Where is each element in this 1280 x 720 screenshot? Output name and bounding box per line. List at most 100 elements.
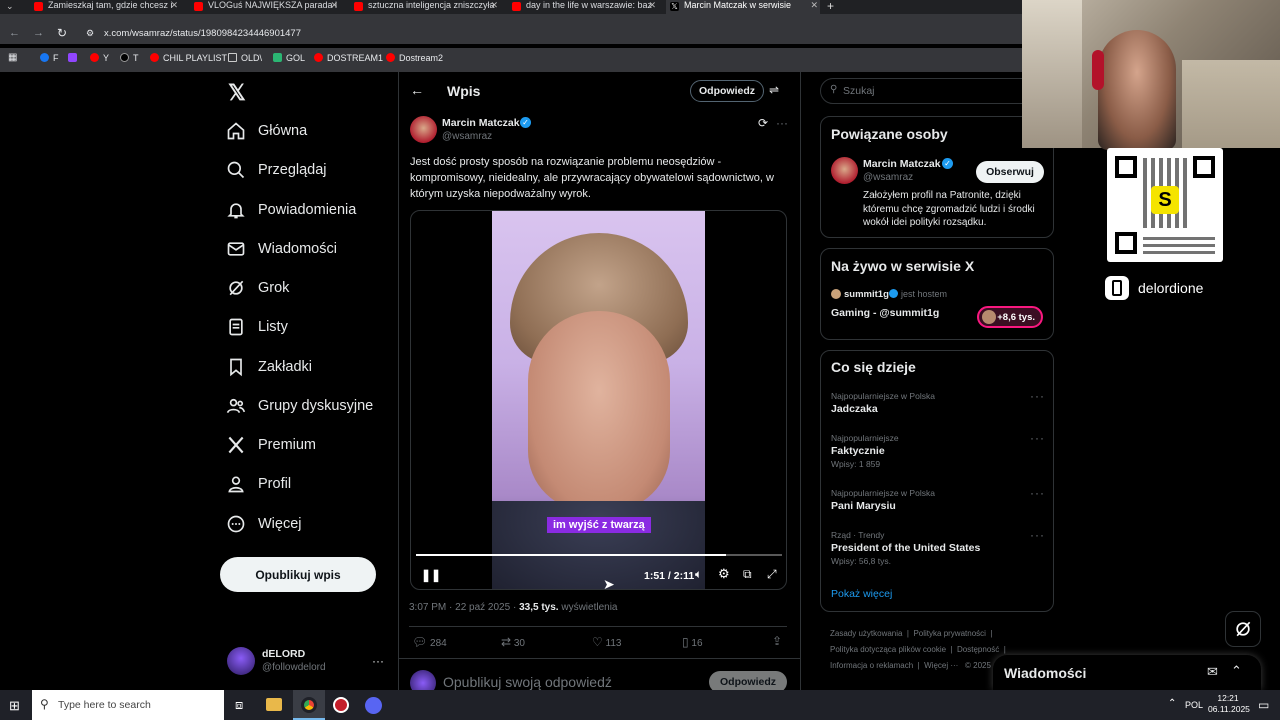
nav-bookmarks[interactable]: Zakładki bbox=[226, 356, 312, 378]
picture-in-picture-icon[interactable]: ⧉ bbox=[743, 567, 752, 582]
share-icon[interactable]: ⇪ bbox=[772, 634, 782, 648]
new-tab-button[interactable]: + bbox=[827, 0, 834, 13]
notification-icon[interactable]: ▭ bbox=[1258, 698, 1269, 712]
trend-more-icon[interactable]: ··· bbox=[1030, 389, 1045, 403]
post-timestamp[interactable]: 3:07 PM · 22 paź 2025 · bbox=[409, 602, 516, 613]
close-icon[interactable]: ✕ bbox=[330, 0, 338, 11]
forward-icon[interactable]: → bbox=[33, 27, 44, 39]
pause-icon[interactable]: ❚❚ bbox=[421, 568, 441, 582]
post-more-icon[interactable]: ··· bbox=[776, 116, 788, 130]
bookmark-old[interactable]: OLD\ bbox=[228, 53, 262, 63]
tab-3[interactable]: sztuczna inteligencja zniszczyła ✕ bbox=[350, 0, 500, 14]
windows-start-icon[interactable]: ⊞ bbox=[9, 698, 20, 714]
nav-communities[interactable]: Grupy dyskusyjne bbox=[226, 395, 373, 417]
follow-button[interactable]: Obserwuj bbox=[976, 161, 1044, 183]
trend-more-icon[interactable]: ··· bbox=[1030, 528, 1045, 542]
show-more-link[interactable]: Pokaż więcej bbox=[831, 588, 892, 600]
taskbar-search-input[interactable]: Type here to search bbox=[58, 699, 151, 711]
trend-item[interactable]: Rząd · Trendy President of the United St… bbox=[831, 530, 1045, 566]
nav-notifications[interactable]: Powiadomienia bbox=[226, 199, 356, 221]
footer-link[interactable]: Zasady użytkowania bbox=[830, 629, 902, 638]
bookmark-twitch[interactable] bbox=[68, 53, 81, 63]
nav-messages[interactable]: Wiadomości bbox=[226, 238, 337, 260]
chrome-taskbar-button[interactable] bbox=[293, 690, 325, 720]
bookmark-action[interactable]: ▯ 16 bbox=[682, 635, 703, 649]
bookmark-f[interactable]: F bbox=[40, 53, 59, 63]
bookmark-y[interactable]: Y bbox=[90, 53, 109, 63]
author-handle[interactable]: @wsamraz bbox=[442, 131, 492, 142]
bookmark-chil[interactable]: CHIL PLAYLIST bbox=[150, 53, 227, 63]
settings-sliders-icon[interactable]: ⇌ bbox=[769, 83, 779, 97]
nav-grok[interactable]: Grok bbox=[226, 277, 289, 299]
taskbar-search[interactable]: ⚲ Type here to search bbox=[32, 690, 224, 720]
video-progress-track[interactable] bbox=[416, 554, 782, 556]
search-input[interactable]: Szukaj bbox=[843, 85, 875, 97]
back-icon[interactable]: ← bbox=[9, 27, 20, 39]
volume-icon[interactable]: 🔈︎ bbox=[695, 567, 702, 582]
live-host-name[interactable]: summit1g bbox=[844, 289, 889, 300]
expand-up-icon[interactable]: ⌃ bbox=[1231, 663, 1242, 679]
grok-analyze-icon[interactable]: ⟳ bbox=[758, 116, 768, 130]
x-logo-icon[interactable]: 𝕏 bbox=[228, 80, 246, 106]
bookmark-t[interactable]: T bbox=[120, 53, 139, 63]
close-icon[interactable]: ✕ bbox=[648, 0, 656, 11]
file-explorer-icon[interactable] bbox=[266, 698, 282, 711]
apps-icon[interactable]: ▦ bbox=[8, 52, 17, 63]
nav-more[interactable]: Więcej bbox=[226, 513, 302, 535]
related-name[interactable]: Marcin Matczak bbox=[863, 158, 941, 170]
clock[interactable]: 12:21 06.11.2025 bbox=[1208, 693, 1250, 715]
tab-1[interactable]: Zamieszkaj tam, gdzie chcesz i ✕ bbox=[30, 0, 180, 14]
close-icon[interactable]: ✕ bbox=[170, 0, 178, 11]
live-space-name[interactable]: Gaming - @summit1g bbox=[831, 307, 939, 319]
repost-action[interactable]: ⇄ 30 bbox=[501, 635, 525, 649]
related-avatar[interactable] bbox=[831, 157, 858, 184]
footer-link[interactable]: Polityka dotycząca plików cookie bbox=[830, 645, 946, 654]
nav-lists[interactable]: Listy bbox=[226, 316, 288, 338]
close-icon[interactable]: ✕ bbox=[490, 0, 498, 11]
grok-button[interactable] bbox=[1225, 611, 1261, 647]
video-player[interactable]: im wyjść z twarzą ❚❚ 1:51 / 2:11 🔈︎ ⚙ ⧉ … bbox=[410, 210, 787, 590]
tab-2[interactable]: VLOGuś NAJWIĘKSZA parada l ✕ bbox=[190, 0, 340, 14]
trend-item[interactable]: Najpopularniejsze Faktycznie Wpisy: 1 85… bbox=[831, 433, 1045, 469]
back-arrow-icon[interactable]: ← bbox=[410, 82, 424, 98]
reply-action[interactable]: 💬︎ 284 bbox=[412, 635, 447, 649]
bookmark-gol[interactable]: GOL bbox=[273, 53, 305, 63]
app-red-icon[interactable] bbox=[333, 697, 349, 713]
gear-icon[interactable]: ⚙ bbox=[718, 566, 730, 582]
new-message-icon[interactable]: ✉ bbox=[1207, 664, 1218, 680]
trend-item[interactable]: Najpopularniejsze w Polska Pani Marysiu bbox=[831, 488, 1045, 512]
trend-item[interactable]: Najpopularniejsze w Polska Jadczaka bbox=[831, 391, 1045, 415]
nav-home[interactable]: Główna bbox=[226, 120, 307, 142]
reload-icon[interactable]: ↻ bbox=[57, 26, 67, 40]
trend-more-icon[interactable]: ··· bbox=[1030, 486, 1045, 500]
trend-more-icon[interactable]: ··· bbox=[1030, 431, 1045, 445]
messages-drawer[interactable]: Wiadomości ✉ ⌃ bbox=[993, 655, 1261, 690]
footer-link[interactable]: Informacja o reklamach bbox=[830, 661, 913, 670]
footer-link[interactable]: Polityka prywatności bbox=[913, 629, 985, 638]
account-menu-icon[interactable]: ··· bbox=[372, 654, 384, 668]
url-field[interactable]: x.com/wsamraz/status/1980984234446901477 bbox=[104, 28, 301, 39]
nav-profile[interactable]: Profil bbox=[226, 473, 291, 495]
input-language[interactable]: POL bbox=[1185, 700, 1203, 710]
avatar[interactable] bbox=[227, 647, 255, 675]
tab-search-icon[interactable]: ⌄ bbox=[6, 1, 14, 12]
bookmark-dostream1[interactable]: DOSTREAM1 bbox=[314, 53, 383, 63]
nav-premium[interactable]: Premium bbox=[226, 434, 316, 456]
close-icon[interactable]: ✕ bbox=[810, 0, 818, 11]
task-view-icon[interactable]: ⧈ bbox=[235, 697, 243, 713]
post-button[interactable]: Opublikuj wpis bbox=[220, 557, 376, 592]
tab-5[interactable]: 𝕏 Marcin Matczak w serwisie ✕ bbox=[666, 0, 820, 14]
reply-header-button[interactable]: Odpowiedz bbox=[690, 80, 764, 102]
footer-link[interactable]: Dostępność bbox=[957, 645, 999, 654]
discord-icon[interactable] bbox=[365, 697, 382, 714]
tab-4[interactable]: day in the life w warszawie: baz ✕ bbox=[508, 0, 658, 14]
tray-chevron-icon[interactable]: ⌃ bbox=[1168, 698, 1176, 709]
nav-explore[interactable]: Przeglądaj bbox=[226, 159, 327, 181]
bookmark-dostream2[interactable]: Dostream2 bbox=[386, 53, 443, 63]
like-action[interactable]: ♡ 113 bbox=[592, 635, 622, 649]
footer-link[interactable]: Więcej ··· bbox=[924, 661, 958, 670]
compose-input[interactable]: Opublikuj swoją odpowiedź bbox=[443, 674, 612, 690]
fullscreen-icon[interactable]: ⤢ bbox=[767, 567, 777, 582]
live-listener-count[interactable]: +8,6 tys. bbox=[977, 306, 1043, 328]
site-info-icon[interactable]: ⚙ bbox=[86, 28, 94, 39]
